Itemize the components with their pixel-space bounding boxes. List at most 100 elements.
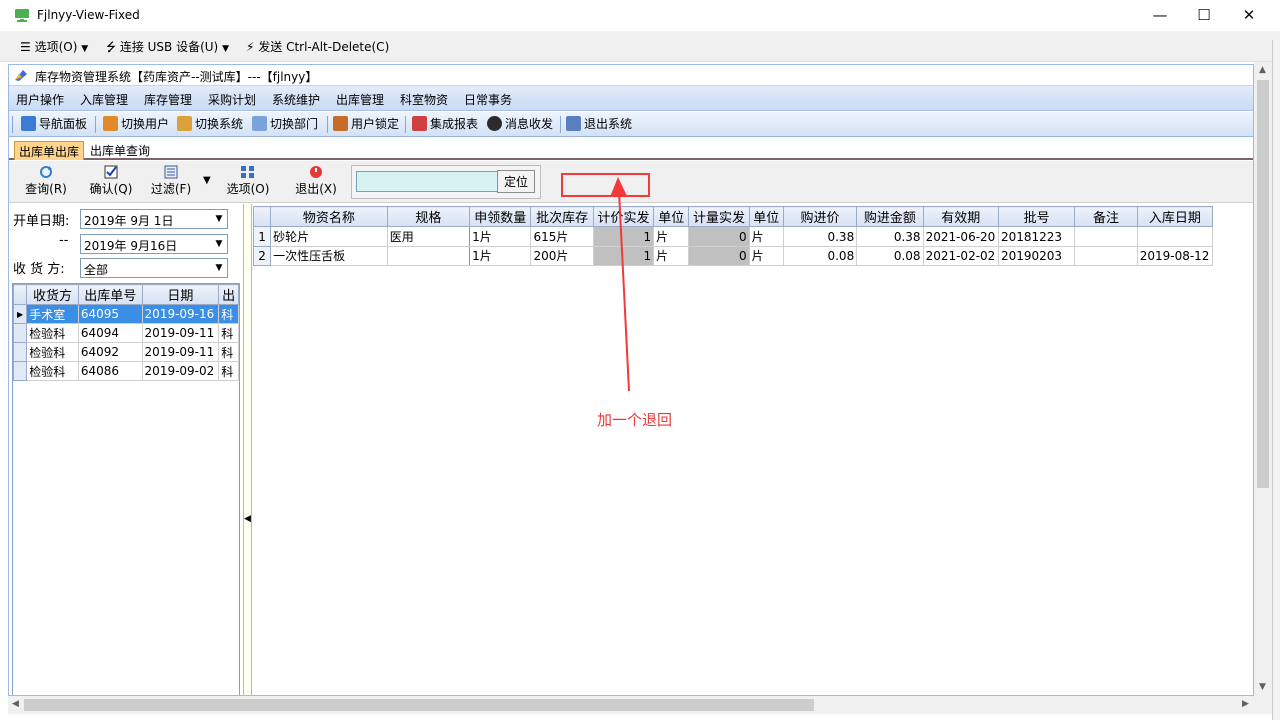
orders-col-date[interactable]: 日期 <box>141 284 220 305</box>
minimize-button[interactable]: — <box>1137 2 1183 30</box>
menu-outbound[interactable]: 出库管理 <box>336 91 384 108</box>
items-col-measured-issued[interactable]: 计量实发 <box>688 205 750 228</box>
table-cell[interactable] <box>1136 226 1214 247</box>
items-col-batch-no[interactable]: 批号 <box>997 205 1076 228</box>
exit-button[interactable]: 退出(X) <box>291 163 341 199</box>
table-cell[interactable]: 片 <box>748 245 784 267</box>
table-row[interactable]: 检验科 64086 2019-09-02 科 <box>13 361 239 381</box>
options-button[interactable]: 选项(O) <box>223 163 273 199</box>
table-cell[interactable]: 2019-08-12 <box>1136 245 1214 267</box>
table-row[interactable]: 检验科 64092 2019-09-11 科 <box>13 342 239 362</box>
messages-button[interactable]: 消息收发 <box>487 116 553 134</box>
table-row[interactable]: 2 一次性压舌板 1片 200片 1 片 0 片 0.08 0.08 2021-… <box>252 245 1214 267</box>
tab-outbound-issue[interactable]: 出库单出库 <box>14 141 85 160</box>
report-button[interactable]: 集成报表 <box>412 116 478 134</box>
orders-col-number[interactable]: 出库单号 <box>77 284 143 305</box>
locate-input[interactable] <box>356 171 498 192</box>
items-col-spec[interactable]: 规格 <box>386 205 471 228</box>
horizontal-scrollbar[interactable]: ◀ ▶ <box>8 696 1272 714</box>
table-cell[interactable] <box>386 245 471 267</box>
table-cell[interactable]: 2021-06-20 <box>922 226 999 247</box>
table-cell[interactable]: 200片 <box>530 245 594 267</box>
items-col-batch-stock[interactable]: 批次库存 <box>530 205 594 228</box>
table-cell[interactable]: 2021-02-02 <box>922 245 999 267</box>
locate-button[interactable]: 定位 <box>497 170 535 193</box>
table-cell[interactable]: 1片 <box>469 245 532 267</box>
start-date-picker[interactable]: 2019年 9月 1日 ▼ <box>80 209 228 229</box>
app-title: 库存物资管理系统【药库资产--测试库】---【fjlnyy】 <box>35 70 318 84</box>
table-cell[interactable]: 片 <box>748 226 784 247</box>
menu-purchase[interactable]: 采购计划 <box>208 91 256 108</box>
maximize-button[interactable]: ☐ <box>1181 2 1227 30</box>
items-col-unit[interactable]: 单位 <box>653 205 690 228</box>
nav-panel-button[interactable]: 导航面板 <box>21 116 87 134</box>
scroll-right-icon[interactable]: ▶ <box>1242 699 1249 709</box>
exit-system-button[interactable]: 退出系统 <box>566 116 632 134</box>
collapse-left-icon[interactable]: ◀ <box>244 514 251 524</box>
table-cell[interactable]: 医用 <box>386 226 471 247</box>
table-cell[interactable] <box>1074 226 1138 247</box>
filter-button[interactable]: 过滤(F) <box>146 163 196 199</box>
close-button[interactable]: ✕ <box>1226 2 1272 30</box>
table-cell[interactable]: 砂轮片 <box>270 226 388 247</box>
items-col-name[interactable]: 物资名称 <box>270 205 388 228</box>
switch-user-button[interactable]: 切换用户 <box>103 116 169 134</box>
vertical-scroll-thumb[interactable] <box>1257 80 1269 488</box>
table-cell[interactable]: 0 <box>688 245 750 267</box>
tab-outbound-query[interactable]: 出库单查询 <box>86 141 154 160</box>
table-cell[interactable]: 20190203 <box>997 245 1076 267</box>
panel-splitter[interactable]: ◀ <box>243 204 252 695</box>
horizontal-scroll-thumb[interactable] <box>24 699 814 711</box>
send-cad-button[interactable]: ⚡ 发送 Ctrl-Alt-Delete(C) <box>246 38 389 55</box>
table-cell[interactable]: 片 <box>653 226 690 247</box>
items-col-remark[interactable]: 备注 <box>1074 205 1138 228</box>
filter-dropdown-icon[interactable]: ▼ <box>203 175 211 186</box>
chevron-down-icon: ▼ <box>215 263 223 273</box>
items-col-requested[interactable]: 申领数量 <box>469 205 532 228</box>
table-cell[interactable]: 0.08 <box>782 245 858 267</box>
table-cell[interactable]: 615片 <box>530 226 594 247</box>
receiver-select[interactable]: 全部 ▼ <box>80 258 228 278</box>
table-cell[interactable]: 一次性压舌板 <box>270 245 388 267</box>
menu-dept-goods[interactable]: 科室物资 <box>400 91 448 108</box>
table-cell[interactable]: 1片 <box>469 226 532 247</box>
table-cell[interactable]: 0.38 <box>782 226 858 247</box>
items-col-amount[interactable]: 购进金额 <box>856 205 924 228</box>
items-col-unit-2[interactable]: 单位 <box>748 205 784 228</box>
table-cell[interactable]: 片 <box>653 245 690 267</box>
scroll-down-icon[interactable]: ▼ <box>1259 682 1266 692</box>
switch-system-button[interactable]: 切换系统 <box>177 116 243 134</box>
background-window-edge <box>1272 40 1280 720</box>
options-menu[interactable]: ☰ 选项(O) ▼ <box>20 38 88 55</box>
menu-inbound[interactable]: 入库管理 <box>80 91 128 108</box>
main-toolbar: 导航面板 切换用户 切换系统 切换部门 用户锁定 集成报表 消息收发 退出系统 <box>9 112 1253 137</box>
orders-col-receiver[interactable]: 收货方 <box>26 284 79 305</box>
orders-col-extra[interactable]: 出 <box>218 284 239 305</box>
menu-system[interactable]: 系统维护 <box>272 91 320 108</box>
menu-inventory[interactable]: 库存管理 <box>144 91 192 108</box>
table-cell[interactable]: 20181223 <box>997 226 1076 247</box>
vertical-scrollbar[interactable]: ▲ ▼ <box>1254 62 1272 696</box>
scroll-left-icon[interactable]: ◀ <box>12 699 19 709</box>
end-date-picker[interactable]: 2019年 9月16日 ▼ <box>80 234 228 254</box>
menu-daily[interactable]: 日常事务 <box>464 91 512 108</box>
table-cell[interactable] <box>1074 245 1138 267</box>
items-col-expiry[interactable]: 有效期 <box>922 205 999 228</box>
table-cell[interactable]: 0.38 <box>856 226 924 247</box>
report-label: 集成报表 <box>430 117 479 131</box>
table-cell[interactable]: 0 <box>688 226 750 247</box>
query-button[interactable]: 查询(R) <box>21 163 71 199</box>
usb-menu[interactable]: ⭍ 连接 USB 设备(U) ▼ <box>106 38 229 59</box>
user-lock-button[interactable]: 用户锁定 <box>333 116 399 134</box>
table-row[interactable]: ▶ 手术室 64095 2019-09-16 科 <box>13 304 239 324</box>
items-col-price[interactable]: 购进价 <box>782 205 858 228</box>
items-col-inbound-date[interactable]: 入库日期 <box>1136 205 1214 228</box>
date-range-separator: -- <box>59 233 69 248</box>
menu-user-ops[interactable]: 用户操作 <box>16 91 64 108</box>
table-cell[interactable]: 0.08 <box>856 245 924 267</box>
switch-dept-button[interactable]: 切换部门 <box>252 116 318 134</box>
scroll-up-icon[interactable]: ▲ <box>1259 65 1266 75</box>
confirm-button[interactable]: 确认(Q) <box>86 163 136 199</box>
table-row[interactable]: 1 砂轮片 医用 1片 615片 1 片 0 片 0.38 0.38 2021-… <box>252 226 1214 247</box>
table-row[interactable]: 检验科 64094 2019-09-11 科 <box>13 323 239 343</box>
